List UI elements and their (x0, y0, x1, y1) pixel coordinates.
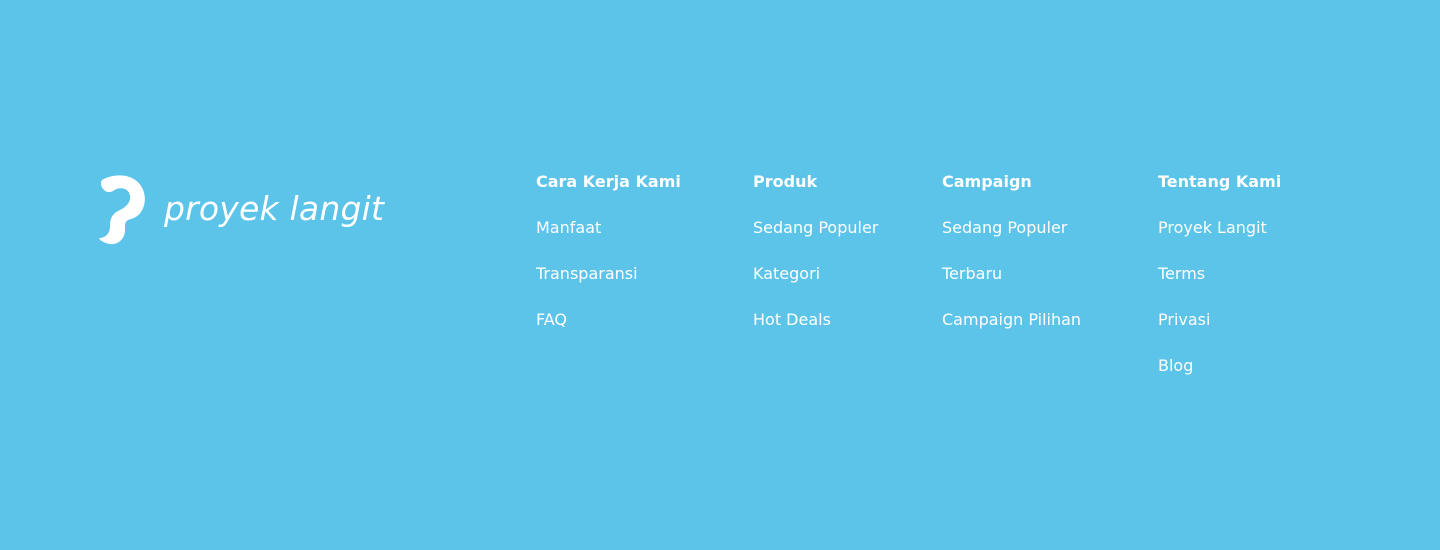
footer-column-tentang-kami: Tentang Kami Proyek Langit Terms Privasi… (1158, 171, 1281, 401)
column-heading: Produk (753, 172, 818, 191)
footer-link-transparansi[interactable]: Transparansi (536, 263, 681, 285)
footer-link-terbaru[interactable]: Terbaru (942, 263, 1081, 285)
footer-link-sedang-populer[interactable]: Sedang Populer (942, 217, 1081, 239)
footer-link-campaign-pilihan[interactable]: Campaign Pilihan (942, 309, 1081, 331)
proyek-langit-logo-icon (99, 175, 145, 245)
link-list: Proyek Langit Terms Privasi Blog (1158, 217, 1281, 377)
link-list: Sedang Populer Kategori Hot Deals (753, 217, 878, 331)
brand-logo-link[interactable]: proyek langit (98, 174, 384, 246)
footer-link-privasi[interactable]: Privasi (1158, 309, 1281, 331)
footer-link-faq[interactable]: FAQ (536, 309, 681, 331)
brand-name: proyek langit (164, 188, 385, 228)
footer-link-hot-deals[interactable]: Hot Deals (753, 309, 878, 331)
footer-link-proyek-langit[interactable]: Proyek Langit (1158, 217, 1281, 239)
column-heading: Cara Kerja Kami (536, 172, 681, 191)
link-list: Sedang Populer Terbaru Campaign Pilihan (942, 217, 1081, 331)
footer-column-campaign: Campaign Sedang Populer Terbaru Campaign… (942, 171, 1081, 355)
column-heading: Tentang Kami (1158, 172, 1282, 191)
footer-link-manfaat[interactable]: Manfaat (536, 217, 681, 239)
footer-column-cara-kerja-kami: Cara Kerja Kami Manfaat Transparansi FAQ (536, 171, 681, 355)
column-heading: Campaign (942, 172, 1032, 191)
footer-link-blog[interactable]: Blog (1158, 355, 1281, 377)
site-footer: proyek langit Cara Kerja Kami Manfaat Tr… (0, 0, 1440, 550)
footer-link-terms[interactable]: Terms (1158, 263, 1281, 285)
footer-link-sedang-populer[interactable]: Sedang Populer (753, 217, 878, 239)
footer-link-kategori[interactable]: Kategori (753, 263, 878, 285)
link-list: Manfaat Transparansi FAQ (536, 217, 681, 331)
footer-column-produk: Produk Sedang Populer Kategori Hot Deals (753, 171, 878, 355)
